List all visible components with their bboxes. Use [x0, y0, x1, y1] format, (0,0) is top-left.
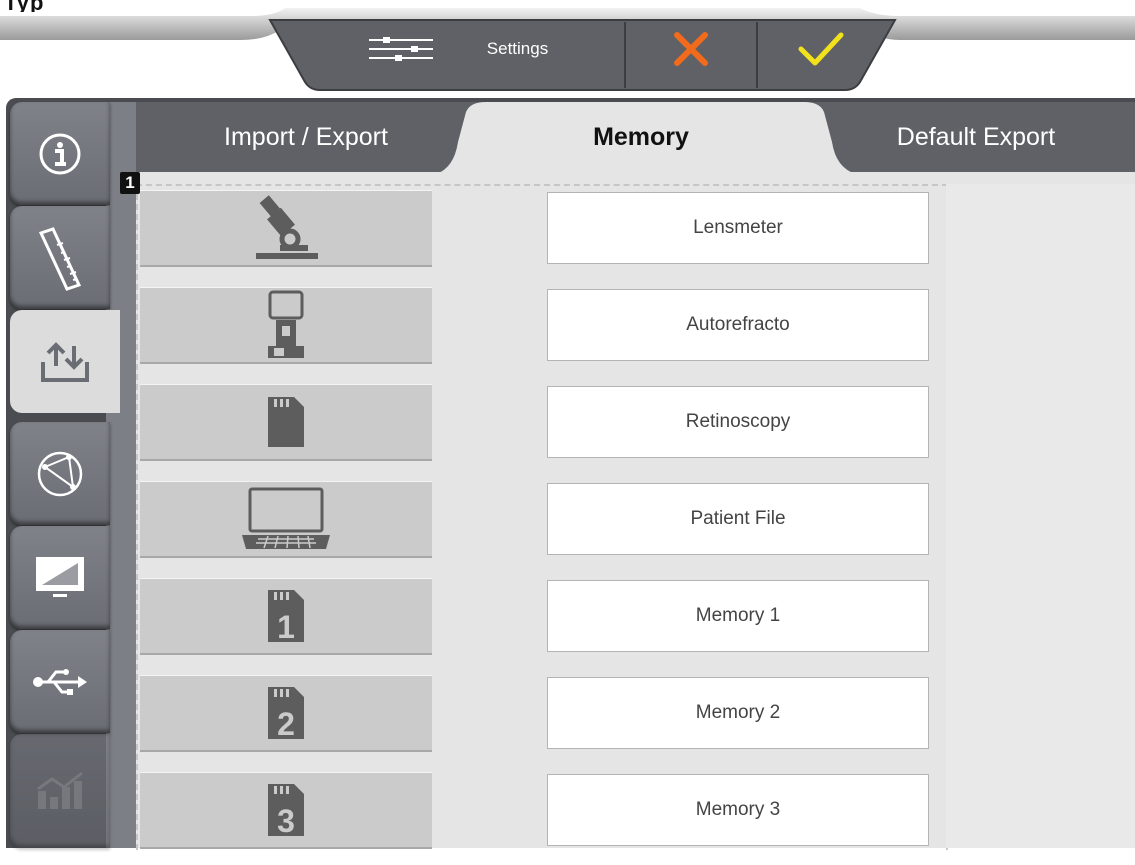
- right-empty-pane: [946, 184, 1135, 848]
- network-icon: [37, 451, 83, 496]
- sliders-icon: [368, 37, 433, 61]
- rail-tab-usb[interactable]: [10, 630, 110, 733]
- memory-2-icon: 2: [268, 687, 304, 741]
- close-icon: [674, 32, 708, 66]
- memory-3-icon: 3: [268, 784, 304, 838]
- settings-label: Settings: [486, 39, 549, 58]
- autorefractometer-button[interactable]: [140, 287, 432, 364]
- list-item: Retinoscopy: [138, 380, 946, 477]
- memory-1-number: 1: [277, 609, 295, 644]
- rail-tab-import-export[interactable]: [10, 310, 120, 413]
- cancel-button[interactable]: [627, 20, 755, 78]
- list-item: Patient File: [138, 477, 946, 574]
- tab-memory[interactable]: Memory: [456, 102, 826, 172]
- lensmeter-button[interactable]: [140, 190, 432, 267]
- rail-tab-ruler[interactable]: [10, 206, 110, 309]
- memory-1-icon: 1: [268, 590, 304, 644]
- memory-name-field[interactable]: Memory 3: [547, 774, 929, 846]
- memory-1-button[interactable]: 1: [140, 578, 432, 655]
- list-item: Autorefracto: [138, 283, 946, 380]
- ruler-icon: [38, 226, 82, 291]
- rail-tab-network[interactable]: [10, 422, 110, 525]
- settings-button[interactable]: Settings: [290, 20, 625, 78]
- list-item: 3 Memory 3: [138, 768, 946, 865]
- tab-bar: Import / Export Memory Default Export: [136, 102, 1135, 174]
- rail-divider: [106, 102, 136, 848]
- sd-card-button[interactable]: [140, 384, 432, 461]
- confirm-button[interactable]: [757, 20, 885, 78]
- step-badge: 1: [120, 172, 140, 194]
- usb-icon: [33, 668, 87, 695]
- rail-tab-display[interactable]: [10, 526, 110, 629]
- list-item: Lensmeter: [138, 186, 946, 283]
- content-panel: Import / Export Memory Default Export Le…: [136, 102, 1135, 850]
- check-icon: [798, 32, 844, 66]
- tab-import-export[interactable]: Import / Export: [156, 102, 456, 172]
- display-icon: [36, 556, 84, 597]
- list-item: 2 Memory 2: [138, 671, 946, 768]
- memory-2-number: 2: [277, 706, 295, 741]
- import-export-icon: [41, 341, 89, 382]
- laptop-icon: [242, 487, 330, 549]
- list-item: 1 Memory 1: [138, 574, 946, 671]
- lensmeter-icon: [256, 195, 318, 259]
- memory-name-field[interactable]: Patient File: [547, 483, 929, 555]
- tab-default-export[interactable]: Default Export: [826, 102, 1126, 172]
- memory-3-number: 3: [277, 803, 295, 838]
- memory-list: Lensmeter Autorefracto Retinoscopy Patie…: [136, 184, 948, 850]
- chart-icon: [37, 771, 83, 809]
- sd-card-icon: [268, 397, 304, 447]
- rail-tab-statistics: [10, 734, 110, 848]
- memory-3-button[interactable]: 3: [140, 772, 432, 849]
- memory-name-field[interactable]: Autorefracto: [547, 289, 929, 361]
- top-toolbar: Typ Settings: [0, 0, 1135, 98]
- info-icon: [39, 133, 81, 174]
- memory-name-field[interactable]: Lensmeter: [547, 192, 929, 264]
- memory-name-field[interactable]: Memory 2: [547, 677, 929, 749]
- left-navigation-rail: [10, 102, 120, 848]
- memory-name-field[interactable]: Retinoscopy: [547, 386, 929, 458]
- laptop-button[interactable]: [140, 481, 432, 558]
- autorefractometer-icon: [268, 290, 304, 358]
- rail-tab-info[interactable]: [10, 102, 110, 205]
- memory-name-field[interactable]: Memory 1: [547, 580, 929, 652]
- memory-2-button[interactable]: 2: [140, 675, 432, 752]
